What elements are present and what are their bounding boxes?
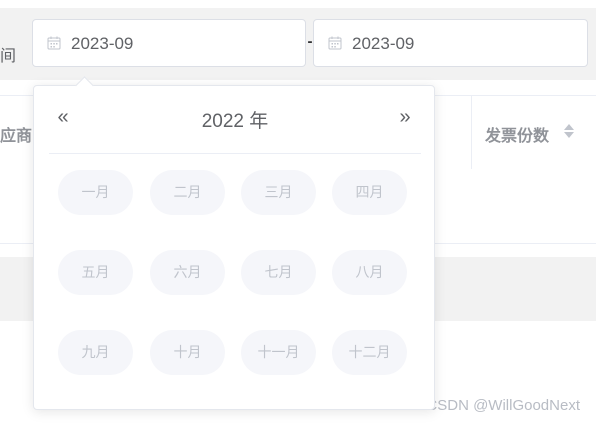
- month-cell-feb[interactable]: 二月: [150, 170, 225, 215]
- calendar-icon: [328, 36, 342, 50]
- month-cell-mar[interactable]: 三月: [241, 170, 316, 215]
- end-date-value: 2023-09: [352, 34, 415, 53]
- invoice-count-column-header[interactable]: 发票份数: [485, 122, 549, 146]
- month-cell-sep[interactable]: 九月: [58, 330, 133, 375]
- month-cell-jan[interactable]: 一月: [58, 170, 133, 215]
- watermark: CSDN @WillGoodNext: [426, 397, 580, 414]
- month-cell-apr[interactable]: 四月: [332, 170, 407, 215]
- sort-caret-icon[interactable]: [563, 121, 575, 141]
- supplier-column-header[interactable]: 应商: [0, 122, 32, 146]
- month-cell-jul[interactable]: 七月: [241, 250, 316, 295]
- start-date-input[interactable]: 2023-09: [32, 19, 306, 67]
- column-divider: [471, 96, 472, 169]
- month-cell-may[interactable]: 五月: [58, 250, 133, 295]
- filter-label: 间: [0, 48, 18, 65]
- month-cell-nov[interactable]: 十一月: [241, 330, 316, 375]
- page: 间 2023-09 - 2023-09 应商 发票份数 CSDN @WillGo…: [0, 0, 596, 423]
- calendar-icon: [47, 36, 61, 50]
- month-picker-panel: « 2022 年 » 一月 二月 三月 四月 五月 六月 七月 八月 九月 十月…: [33, 76, 436, 410]
- end-date-input[interactable]: 2023-09: [313, 19, 588, 67]
- next-year-button[interactable]: »: [395, 106, 415, 128]
- month-cell-jun[interactable]: 六月: [150, 250, 225, 295]
- year-title[interactable]: 2022 年: [34, 106, 436, 133]
- month-cell-dec[interactable]: 十二月: [332, 330, 407, 375]
- month-cell-oct[interactable]: 十月: [150, 330, 225, 375]
- picker-divider: [49, 153, 421, 154]
- start-date-value: 2023-09: [71, 34, 134, 53]
- month-cell-aug[interactable]: 八月: [332, 250, 407, 295]
